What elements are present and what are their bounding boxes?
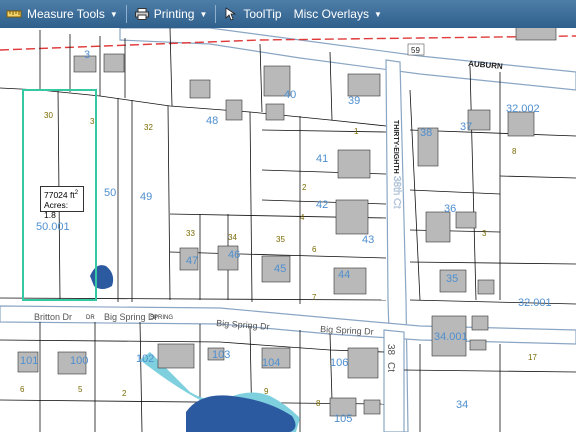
chevron-down-icon: ▼: [199, 9, 208, 19]
lot-number: 1: [354, 127, 359, 136]
lot-number: 5: [78, 385, 83, 394]
lot-number: 17: [528, 353, 537, 362]
area-value: 77024 ft: [44, 189, 75, 200]
parcel-map[interactable]: 3 40 39 48 38 37 32.002 41 50 49 50.001 …: [0, 28, 576, 432]
measurement-label: 77024 ft2 Acres: 1.8: [40, 186, 84, 220]
tooltip-label: ToolTip: [243, 7, 282, 21]
parcel-number: 106: [330, 357, 348, 369]
street-label-thirty-eighth: THIRTY-EIGHTH: [392, 120, 399, 174]
parcel-number: 42: [316, 199, 328, 211]
misc-overlays-menu[interactable]: Misc Overlays ▼: [288, 0, 388, 28]
parcel-number: 37: [460, 121, 472, 133]
lot-number: 9: [264, 387, 269, 396]
parcel-number: 32.001: [518, 297, 552, 309]
map-toolbar: Measure Tools ▼ Printing ▼ ToolTip Misc …: [0, 0, 576, 29]
printing-menu[interactable]: Printing ▼: [129, 0, 214, 28]
parcel-number: 34.001: [434, 331, 468, 343]
lot-number: 6: [312, 245, 317, 254]
street-label-spring: SPRING: [150, 315, 173, 321]
parcel-number: 49: [140, 191, 152, 203]
parcel-number: 41: [316, 153, 328, 165]
lot-number: 2: [302, 183, 307, 192]
lot-number: 34: [228, 233, 237, 242]
printing-label: Printing: [153, 7, 195, 21]
lot-number: 2: [122, 389, 127, 398]
parcel-number: 34: [456, 399, 468, 411]
tooltip-pointer-icon: [225, 7, 237, 21]
parcel-number: 101: [20, 355, 38, 367]
parcel-number: 48: [206, 115, 218, 127]
parcel-number: 40: [284, 89, 296, 101]
parcel-number: 38: [420, 127, 432, 139]
parcel-number: 45: [274, 263, 286, 275]
chevron-down-icon: ▼: [109, 9, 118, 19]
ruler-icon: [6, 10, 22, 18]
parcel-number: 47: [186, 255, 198, 267]
lot-number: 33: [186, 229, 195, 238]
lot-number: 35: [276, 235, 285, 244]
parcel-number: 50.001: [36, 221, 70, 233]
parcel-number: 43: [362, 234, 374, 246]
parcel-number: 36: [444, 203, 456, 215]
misc-overlays-label: Misc Overlays: [293, 7, 369, 21]
lot-number: 6: [20, 385, 25, 394]
measure-tools-label: Measure Tools: [27, 7, 105, 21]
area-unit-exponent: 2: [74, 190, 79, 196]
parcel-number: 100: [70, 355, 88, 367]
lot-number: 30: [44, 111, 53, 120]
street-label-38th-ct-south: 38: [385, 344, 396, 356]
parcel-number: 35: [446, 273, 458, 285]
street-label-38th-ct: 38th Ct: [391, 176, 402, 208]
lot-number: 7: [312, 293, 317, 302]
parcel-number: 102: [136, 353, 154, 365]
parcel-number: 103: [212, 349, 230, 361]
parcel-number: 104: [262, 357, 280, 369]
street-label-dr: DR: [86, 315, 95, 321]
lot-number: 8: [512, 147, 517, 156]
lot-number: 3: [90, 117, 95, 126]
parcel-number: 105: [334, 413, 352, 425]
lot-number: 8: [316, 399, 321, 408]
street-label-britton-dr: Britton Dr: [34, 312, 72, 322]
parcel-number: 3: [84, 49, 90, 61]
parcel-number: 44: [338, 269, 350, 281]
measurement-acres: Acres: 1.8: [44, 199, 69, 220]
lot-number: 4: [300, 213, 305, 222]
parcel-number: 46: [228, 249, 240, 261]
tooltip-button[interactable]: ToolTip: [218, 0, 287, 28]
chevron-down-icon: ▼: [373, 9, 382, 19]
parcel-number: 39: [348, 95, 360, 107]
measure-tools-menu[interactable]: Measure Tools ▼: [0, 0, 124, 28]
printer-icon: [134, 8, 149, 20]
lot-number: 32: [144, 123, 153, 132]
toolbar-divider: [125, 5, 127, 23]
measurement-area: 77024 ft2: [44, 188, 80, 200]
route-number: 59: [411, 46, 420, 55]
lot-number: 3: [482, 229, 487, 238]
street-label-ct: Ct: [385, 362, 396, 372]
toolbar-divider: [215, 5, 217, 23]
parcel-number: 32.002: [506, 103, 540, 115]
parcel-number: 50: [104, 187, 116, 199]
